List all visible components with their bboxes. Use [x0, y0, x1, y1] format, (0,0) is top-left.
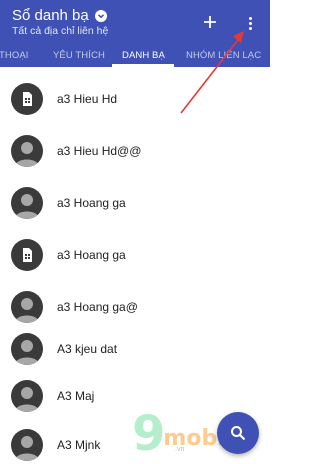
contact-name: A3 kjeu dat: [57, 342, 118, 356]
more-vertical-icon: [248, 16, 252, 20]
more-dot: [248, 21, 252, 25]
tab-contacts[interactable]: DANH BẠ: [122, 50, 165, 61]
more-options-button[interactable]: [242, 12, 258, 34]
list-item[interactable]: a3 Hoang ga: [0, 187, 270, 235]
app-title: Sổ danh bạ: [12, 7, 89, 24]
sim-card-icon: [11, 83, 43, 115]
person-icon: [11, 333, 43, 365]
more-dot: [248, 26, 252, 30]
search-icon: [231, 426, 246, 441]
person-icon: [11, 380, 43, 412]
tab-groups[interactable]: NHÓM LIÊN LẠC: [186, 50, 261, 61]
contact-name: a3 Hoang ga: [57, 248, 126, 262]
contact-name: A3 Maj: [57, 389, 95, 403]
sim-card-icon: [11, 239, 43, 271]
tab-indicator: [112, 64, 174, 67]
person-icon: [11, 187, 43, 219]
list-item[interactable]: a3 Hoang ga: [0, 239, 270, 287]
contact-name: A3 Mjnk: [57, 438, 101, 452]
watermark-domain: .vn: [175, 446, 185, 453]
list-item[interactable]: a3 Hieu Hd@@: [0, 135, 270, 183]
tab-calls[interactable]: THOẠI: [0, 50, 29, 61]
list-item[interactable]: A3 kjeu dat: [0, 333, 270, 381]
contact-name: a3 Hoang ga: [57, 196, 126, 210]
list-item[interactable]: a3 Hoang ga@: [0, 291, 270, 339]
watermark-digit: 9: [132, 406, 166, 462]
contact-name: a3 Hoang ga@: [57, 300, 138, 314]
contact-name: a3 Hieu Hd@@: [57, 144, 142, 158]
person-icon: [11, 291, 43, 323]
app-subtitle: Tất cả địa chỉ liên hệ: [12, 25, 109, 37]
list-item[interactable]: a3 Hieu Hd: [0, 83, 270, 131]
contact-name: a3 Hieu Hd: [57, 92, 118, 106]
title-dropdown[interactable]: Sổ danh bạ: [12, 7, 107, 24]
watermark-text: mobi: [163, 425, 225, 451]
person-icon: [11, 429, 43, 461]
person-icon: [11, 135, 43, 167]
chevron-down-icon: [94, 9, 107, 22]
search-fab-button[interactable]: [217, 412, 259, 454]
tab-favorites[interactable]: YÊU THÍCH: [53, 50, 105, 61]
plus-icon: [204, 16, 216, 28]
add-contact-button[interactable]: [200, 12, 220, 32]
